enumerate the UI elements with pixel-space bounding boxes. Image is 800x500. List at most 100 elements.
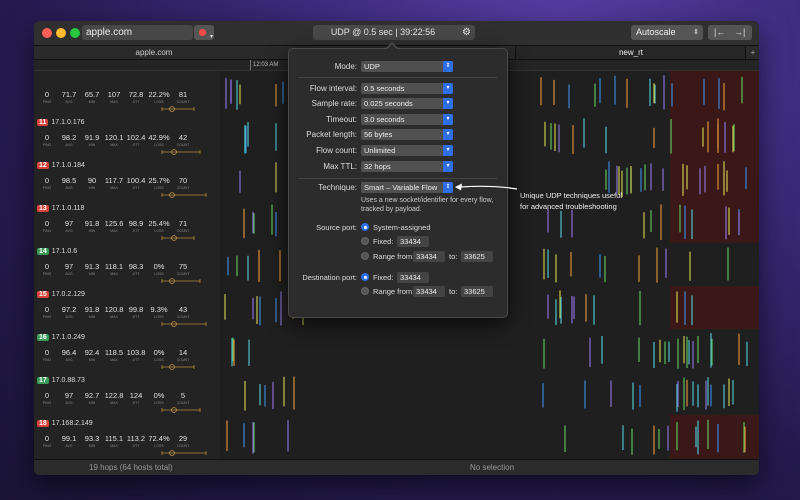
- hop-stat-label: JITT: [132, 272, 140, 276]
- source-fixed-field[interactable]: 33434: [397, 236, 429, 247]
- hop-stat-value: 97.2: [61, 305, 77, 314]
- technique-value: Smart – Variable Flow: [364, 183, 438, 192]
- trace-settings-button[interactable]: UDP @ 0.5 sec | 39:22:56 ⚙: [313, 25, 475, 40]
- max-ttl-row: Max TTL: 32 hops ▾: [289, 161, 507, 173]
- chevron-down-icon: ▾: [443, 114, 453, 125]
- hop-number-badge: 16: [37, 334, 49, 341]
- callout-arrow-icon: [455, 183, 518, 191]
- destination-range-to-field[interactable]: 33625: [461, 286, 493, 297]
- hop-stat-value: 98.2: [61, 133, 77, 142]
- technique-description: Uses a new socket/identifier for every f…: [361, 197, 494, 213]
- source-system-assigned-label: System-assigned: [373, 223, 431, 232]
- hop-latency-graph[interactable]: [220, 415, 759, 459]
- hop-stat-value: 43: [178, 305, 188, 314]
- sample-rate-select[interactable]: 0.025 seconds ▾: [361, 98, 453, 109]
- hop-stat-label: MAX: [110, 315, 118, 319]
- latency-range-marker: [161, 321, 207, 327]
- source-system-assigned-radio[interactable]: [361, 223, 369, 231]
- hop-stat-value: 90: [87, 176, 97, 185]
- hop-stats-panel: 0 71.7 65.7 107 72.8 22.2% 81 PING AVG MIN MAX JITT…: [34, 71, 220, 115]
- hop-stat-label: JITT: [132, 143, 140, 147]
- hop-row[interactable]: 17 17.0.88.73 0 97 92.7 122.8 124 0% 5 PING AVG MIN…: [34, 372, 759, 417]
- source-fixed-label: Fixed:: [373, 237, 394, 246]
- close-window-icon[interactable]: [42, 28, 52, 38]
- source-range-radio[interactable]: [361, 252, 369, 260]
- hop-number-badge: 18: [37, 420, 49, 427]
- timeout-select[interactable]: 3.0 seconds ▾: [361, 114, 453, 125]
- hop-stat-label: COUNT: [176, 272, 190, 276]
- hop-stat-label: MAX: [110, 229, 118, 233]
- add-tab-button[interactable]: +: [745, 46, 759, 59]
- hop-stat-value: 91.8: [84, 219, 100, 228]
- max-ttl-select[interactable]: 32 hops ▾: [361, 161, 453, 172]
- source-fixed-radio[interactable]: [361, 237, 369, 245]
- sample-rate-label: Sample rate:: [311, 99, 357, 108]
- hop-stat-value: 0: [44, 434, 50, 443]
- hop-stat-label: LOSS: [154, 272, 164, 276]
- flow-interval-select[interactable]: 0.5 seconds ▾: [361, 83, 453, 94]
- hop-stat-value: 98.5: [61, 176, 77, 185]
- hop-stat-value: 91.9: [84, 133, 100, 142]
- hop-stat-value: 72.8: [128, 90, 144, 99]
- hop-stat-label: COUNT: [176, 358, 190, 362]
- jump-end-icon[interactable]: →|: [734, 25, 745, 40]
- hop-header: 16 17.1.0.249: [37, 334, 85, 341]
- destination-range-from-field[interactable]: 33434: [413, 286, 445, 297]
- target-host-input[interactable]: apple.com: [82, 25, 193, 40]
- hop-number-badge: 17: [37, 377, 49, 384]
- hop-stat-value: 103.8: [126, 348, 146, 357]
- hop-host: 17.0.88.73: [51, 377, 85, 384]
- hop-stat-label: MIN: [88, 143, 96, 147]
- hop-stat-label: AVG: [65, 229, 73, 233]
- tab-apple-com[interactable]: apple.com: [34, 46, 274, 59]
- hop-stat-label: PING: [42, 315, 52, 319]
- hop-stat-value: 97: [64, 219, 74, 228]
- flow-count-select[interactable]: Unlimited ▾: [361, 145, 453, 156]
- minimize-window-icon[interactable]: [56, 28, 66, 38]
- hop-latency-graph[interactable]: [220, 372, 759, 416]
- hop-row[interactable]: 16 17.1.0.249 0 96.4 92.4 118.5 103.8 0% 14 PING A…: [34, 329, 759, 374]
- jump-start-icon[interactable]: |←: [714, 25, 725, 40]
- hop-stat-label: PING: [42, 358, 52, 362]
- hop-stat-value: 71.7: [61, 90, 77, 99]
- hop-stat-value: 70: [178, 176, 188, 185]
- hop-number-badge: 12: [37, 162, 49, 169]
- destination-fixed-field[interactable]: 33434: [397, 272, 429, 283]
- mode-select[interactable]: UDP ⇕: [361, 61, 453, 72]
- hop-stat-label: PING: [42, 186, 52, 190]
- hop-stat-label: MIN: [88, 315, 96, 319]
- packet-loss-band: [670, 200, 759, 244]
- zoom-window-icon[interactable]: [70, 28, 80, 38]
- source-range-to-field[interactable]: 33625: [461, 251, 493, 262]
- hop-stat-value: 0: [44, 219, 50, 228]
- hop-stat-value: 0: [44, 90, 50, 99]
- hop-stat-value: 0%: [153, 348, 165, 357]
- hop-stat-label: PING: [42, 444, 52, 448]
- technique-select[interactable]: Smart – Variable Flow ⇕: [361, 182, 453, 193]
- destination-port-label: Destination port:: [302, 273, 357, 282]
- source-range-from-field[interactable]: 33434: [413, 251, 445, 262]
- hop-stat-label: JITT: [132, 100, 140, 104]
- divider: [299, 77, 497, 78]
- hop-host: 17.1.0.176: [51, 119, 85, 126]
- record-button[interactable]: ▾: [194, 25, 214, 40]
- hop-row[interactable]: 18 17.168.2.149 0 99.1 93.3 115.1 113.2 72.4% 29…: [34, 415, 759, 460]
- packet-length-select[interactable]: 56 bytes ▾: [361, 129, 453, 140]
- hop-host: 17.1.0.184: [51, 162, 85, 169]
- hop-stat-value: 91.8: [84, 305, 100, 314]
- hop-stat-label: COUNT: [176, 100, 190, 104]
- hop-stat-label: MAX: [110, 401, 118, 405]
- hop-stat-value: 0: [44, 133, 50, 142]
- destination-range-radio[interactable]: [361, 287, 369, 295]
- autoscale-select[interactable]: Autoscale ⇕: [631, 25, 703, 40]
- hop-stat-value: 97: [64, 391, 74, 400]
- trace-status-text: UDP @ 0.5 sec | 39:22:56: [330, 27, 436, 37]
- chevron-updown-icon: ⇕: [443, 61, 453, 72]
- hop-stat-label: PING: [42, 401, 52, 405]
- hop-number-badge: 11: [37, 119, 49, 126]
- destination-fixed-radio[interactable]: [361, 273, 369, 281]
- hop-stat-value: 118.5: [104, 348, 124, 357]
- tab-new-rt[interactable]: new_rt: [515, 46, 746, 59]
- hop-latency-graph[interactable]: [220, 329, 759, 373]
- packet-length-label: Packet length:: [306, 130, 357, 139]
